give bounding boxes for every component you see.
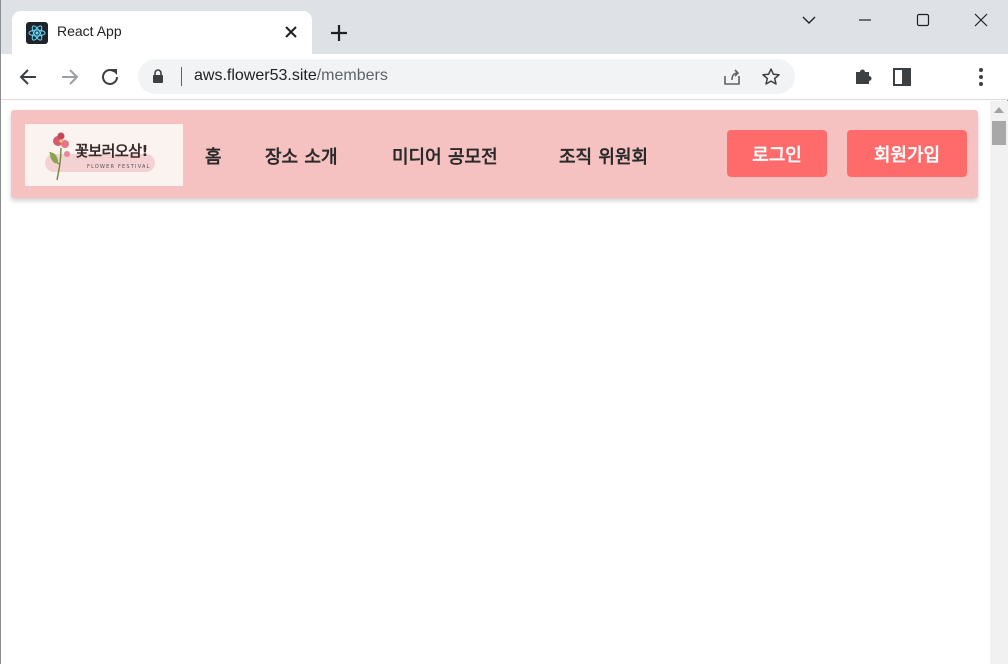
tab-title: React App <box>57 23 122 39</box>
browser-window: React App aws.flower53.site/members 꽃보러오… <box>0 0 1008 664</box>
url-path: /members <box>316 67 388 84</box>
logo-title: 꽃보러오삼! <box>75 142 148 160</box>
forward-arrow-icon[interactable] <box>56 64 82 90</box>
nav-home[interactable]: 홈 <box>205 143 222 169</box>
vertical-scrollbar[interactable] <box>990 101 1008 664</box>
chevron-down-icon[interactable] <box>795 7 823 33</box>
menu-kebab-icon[interactable] <box>968 64 994 90</box>
window-close-icon[interactable] <box>967 7 995 33</box>
share-icon[interactable] <box>722 67 742 87</box>
login-button[interactable]: 로그인 <box>727 130 827 177</box>
back-arrow-icon[interactable] <box>16 64 42 90</box>
react-icon <box>26 22 48 44</box>
tab-strip: React App <box>1 0 1008 54</box>
flower-icon <box>47 130 75 182</box>
nav-media-contest[interactable]: 미디어 공모전 <box>392 143 498 169</box>
address-bar[interactable]: aws.flower53.site/members <box>138 59 795 94</box>
site-header: 꽃보러오삼! FLOWER FESTIVAL 홈 장소 소개 미디어 공모전 조… <box>11 110 978 198</box>
signup-button[interactable]: 회원가입 <box>847 130 967 177</box>
star-icon[interactable] <box>761 67 781 87</box>
browser-toolbar: aws.flower53.site/members <box>1 54 1008 100</box>
address-separator <box>181 67 182 86</box>
page-viewport: 꽃보러오삼! FLOWER FESTIVAL 홈 장소 소개 미디어 공모전 조… <box>1 101 990 664</box>
lock-icon[interactable] <box>151 69 165 84</box>
tab-react-app[interactable]: React App <box>12 11 312 54</box>
close-icon[interactable] <box>280 21 302 43</box>
url-host: aws.flower53.site <box>194 67 317 84</box>
scroll-up-arrow-icon[interactable] <box>994 107 1004 113</box>
side-panel-icon[interactable] <box>889 64 915 90</box>
nav-organizing-committee[interactable]: 조직 위원회 <box>559 143 648 169</box>
maximize-icon[interactable] <box>909 7 937 33</box>
site-logo[interactable]: 꽃보러오삼! FLOWER FESTIVAL <box>25 124 183 186</box>
nav-place-intro[interactable]: 장소 소개 <box>265 143 338 169</box>
minimize-icon[interactable] <box>851 7 879 33</box>
new-tab-icon[interactable] <box>327 21 351 45</box>
extensions-puzzle-icon[interactable] <box>850 64 876 90</box>
logo-subtitle: FLOWER FESTIVAL <box>87 164 151 170</box>
scroll-thumb[interactable] <box>992 121 1006 145</box>
url-text[interactable]: aws.flower53.site/members <box>194 67 388 85</box>
reload-icon[interactable] <box>97 64 123 90</box>
